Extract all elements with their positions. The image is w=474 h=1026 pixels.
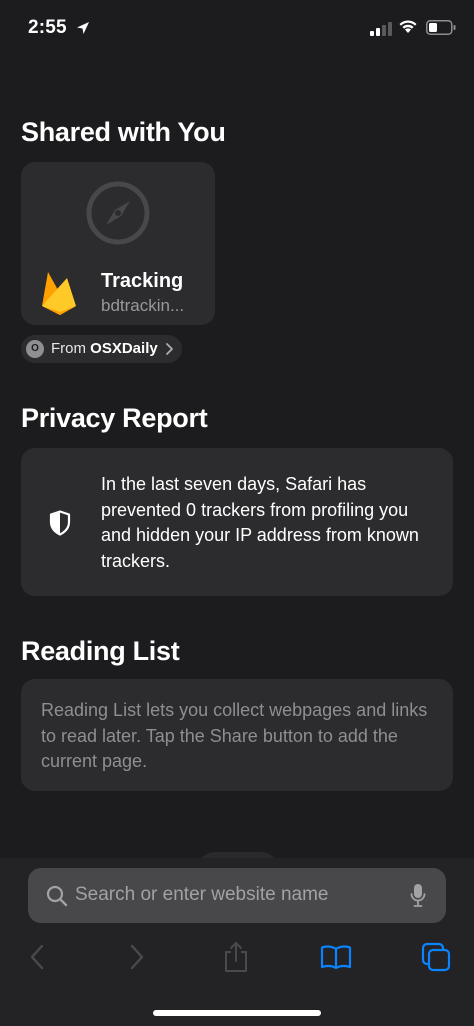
reading-list-title: Reading List	[21, 636, 180, 666]
status-bar: 2:55	[0, 0, 474, 58]
address-bar[interactable]	[28, 868, 446, 923]
bookmarks-button[interactable]	[316, 940, 356, 974]
back-button[interactable]	[17, 940, 57, 974]
microphone-icon[interactable]	[410, 883, 426, 908]
from-label: From OSXDaily	[51, 340, 158, 357]
compass-icon	[86, 181, 150, 245]
cellular-signal-icon	[370, 22, 392, 36]
from-prefix: From	[51, 340, 91, 357]
forward-button[interactable]	[117, 940, 157, 974]
share-icon	[225, 942, 247, 972]
tabs-icon	[421, 942, 451, 972]
sender-avatar: O	[26, 340, 44, 358]
privacy-report-title: Privacy Report	[21, 403, 208, 433]
chevron-right-icon	[130, 944, 144, 970]
shared-link-card[interactable]: Tracking bdtrackin...	[21, 162, 215, 325]
home-indicator	[153, 1010, 321, 1016]
status-time: 2:55	[28, 17, 67, 38]
share-button[interactable]	[216, 940, 256, 974]
from-sender-pill[interactable]: O From OSXDaily	[21, 335, 182, 363]
reading-list-text: Reading List lets you collect webpages a…	[41, 700, 428, 771]
chevron-left-icon	[30, 944, 44, 970]
tabs-button[interactable]	[416, 940, 456, 974]
shared-card-url: bdtrackin...	[101, 296, 185, 315]
shared-with-you-title: Shared with You	[21, 117, 226, 147]
firebase-icon	[42, 272, 76, 315]
reading-list-card: Reading List lets you collect webpages a…	[21, 679, 453, 791]
search-input[interactable]	[75, 882, 395, 908]
battery-icon	[426, 20, 456, 35]
search-icon	[46, 885, 68, 907]
privacy-report-text: In the last seven days, Safari has preve…	[101, 474, 419, 571]
shield-icon	[49, 510, 71, 536]
book-icon	[320, 945, 352, 970]
location-arrow-icon	[77, 22, 89, 34]
shared-card-title: Tracking	[101, 270, 184, 292]
wifi-icon	[399, 20, 417, 33]
sender-name: OSXDaily	[90, 340, 158, 357]
chevron-right-icon	[166, 343, 173, 355]
privacy-report-card[interactable]: In the last seven days, Safari has preve…	[21, 448, 453, 596]
